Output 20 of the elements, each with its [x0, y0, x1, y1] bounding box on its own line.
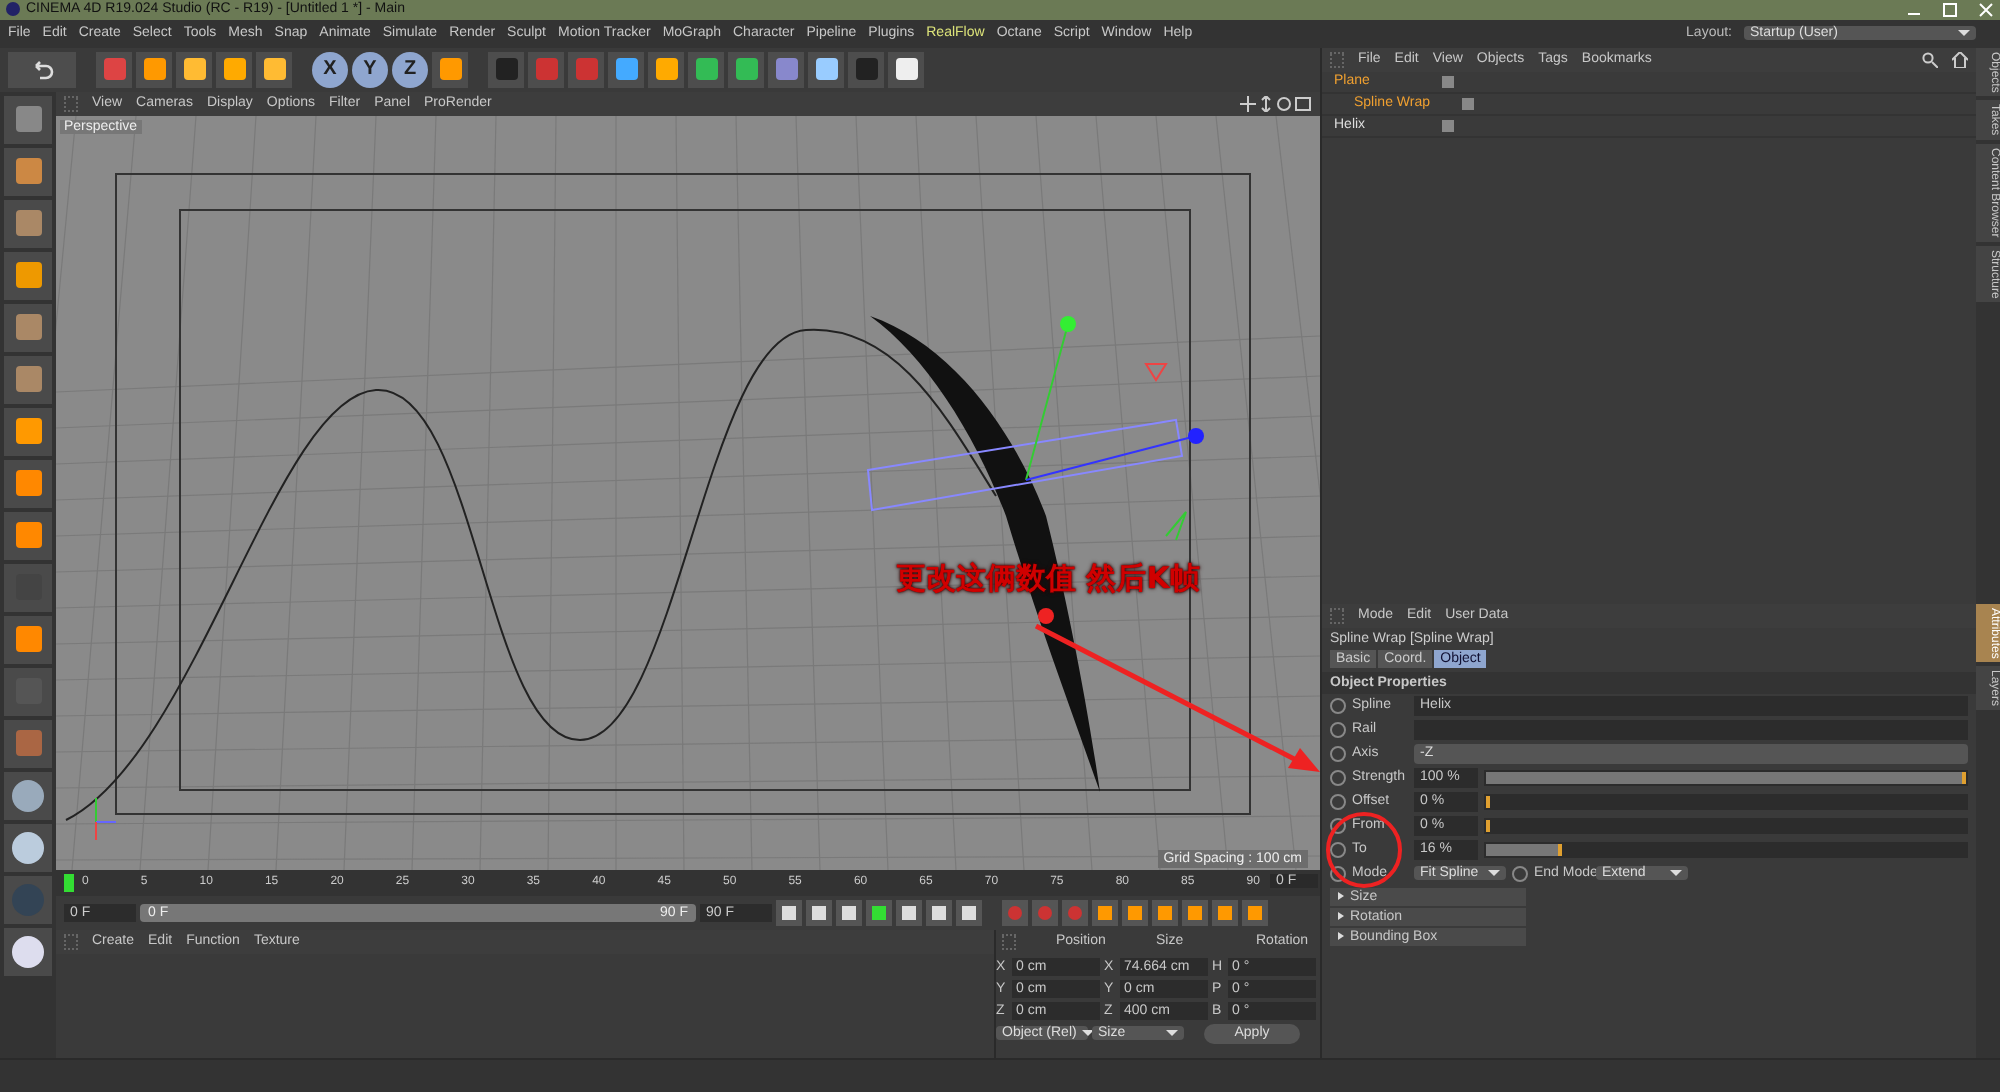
app-logo-icon: [6, 2, 20, 17]
home-icon[interactable]: [1952, 51, 1968, 68]
axis-indicator-icon: [95, 796, 117, 841]
undo-icon: [30, 59, 54, 80]
axis-lock-button[interactable]: Z: [392, 51, 428, 88]
slider-track[interactable]: [1484, 841, 1968, 858]
search-icon[interactable]: [1922, 51, 1938, 68]
maximize-icon[interactable]: [1942, 1, 1958, 18]
axis-lock-button[interactable]: X: [312, 51, 348, 88]
viewport-navigation-icon[interactable]: [1240, 95, 1312, 112]
axis-lock-button[interactable]: Y: [352, 51, 388, 88]
slider-track[interactable]: [1484, 817, 1968, 834]
close-icon[interactable]: [1978, 1, 1994, 18]
slider-track[interactable]: [1484, 793, 1968, 810]
animation-toggle-icon[interactable]: [1512, 865, 1528, 882]
annotation-circle: [1326, 811, 1402, 888]
playhead-marker[interactable]: [64, 873, 74, 892]
undo-button[interactable]: [8, 51, 76, 88]
slider-fill[interactable]: [1486, 843, 1563, 856]
annotation-dot: [1038, 607, 1054, 624]
